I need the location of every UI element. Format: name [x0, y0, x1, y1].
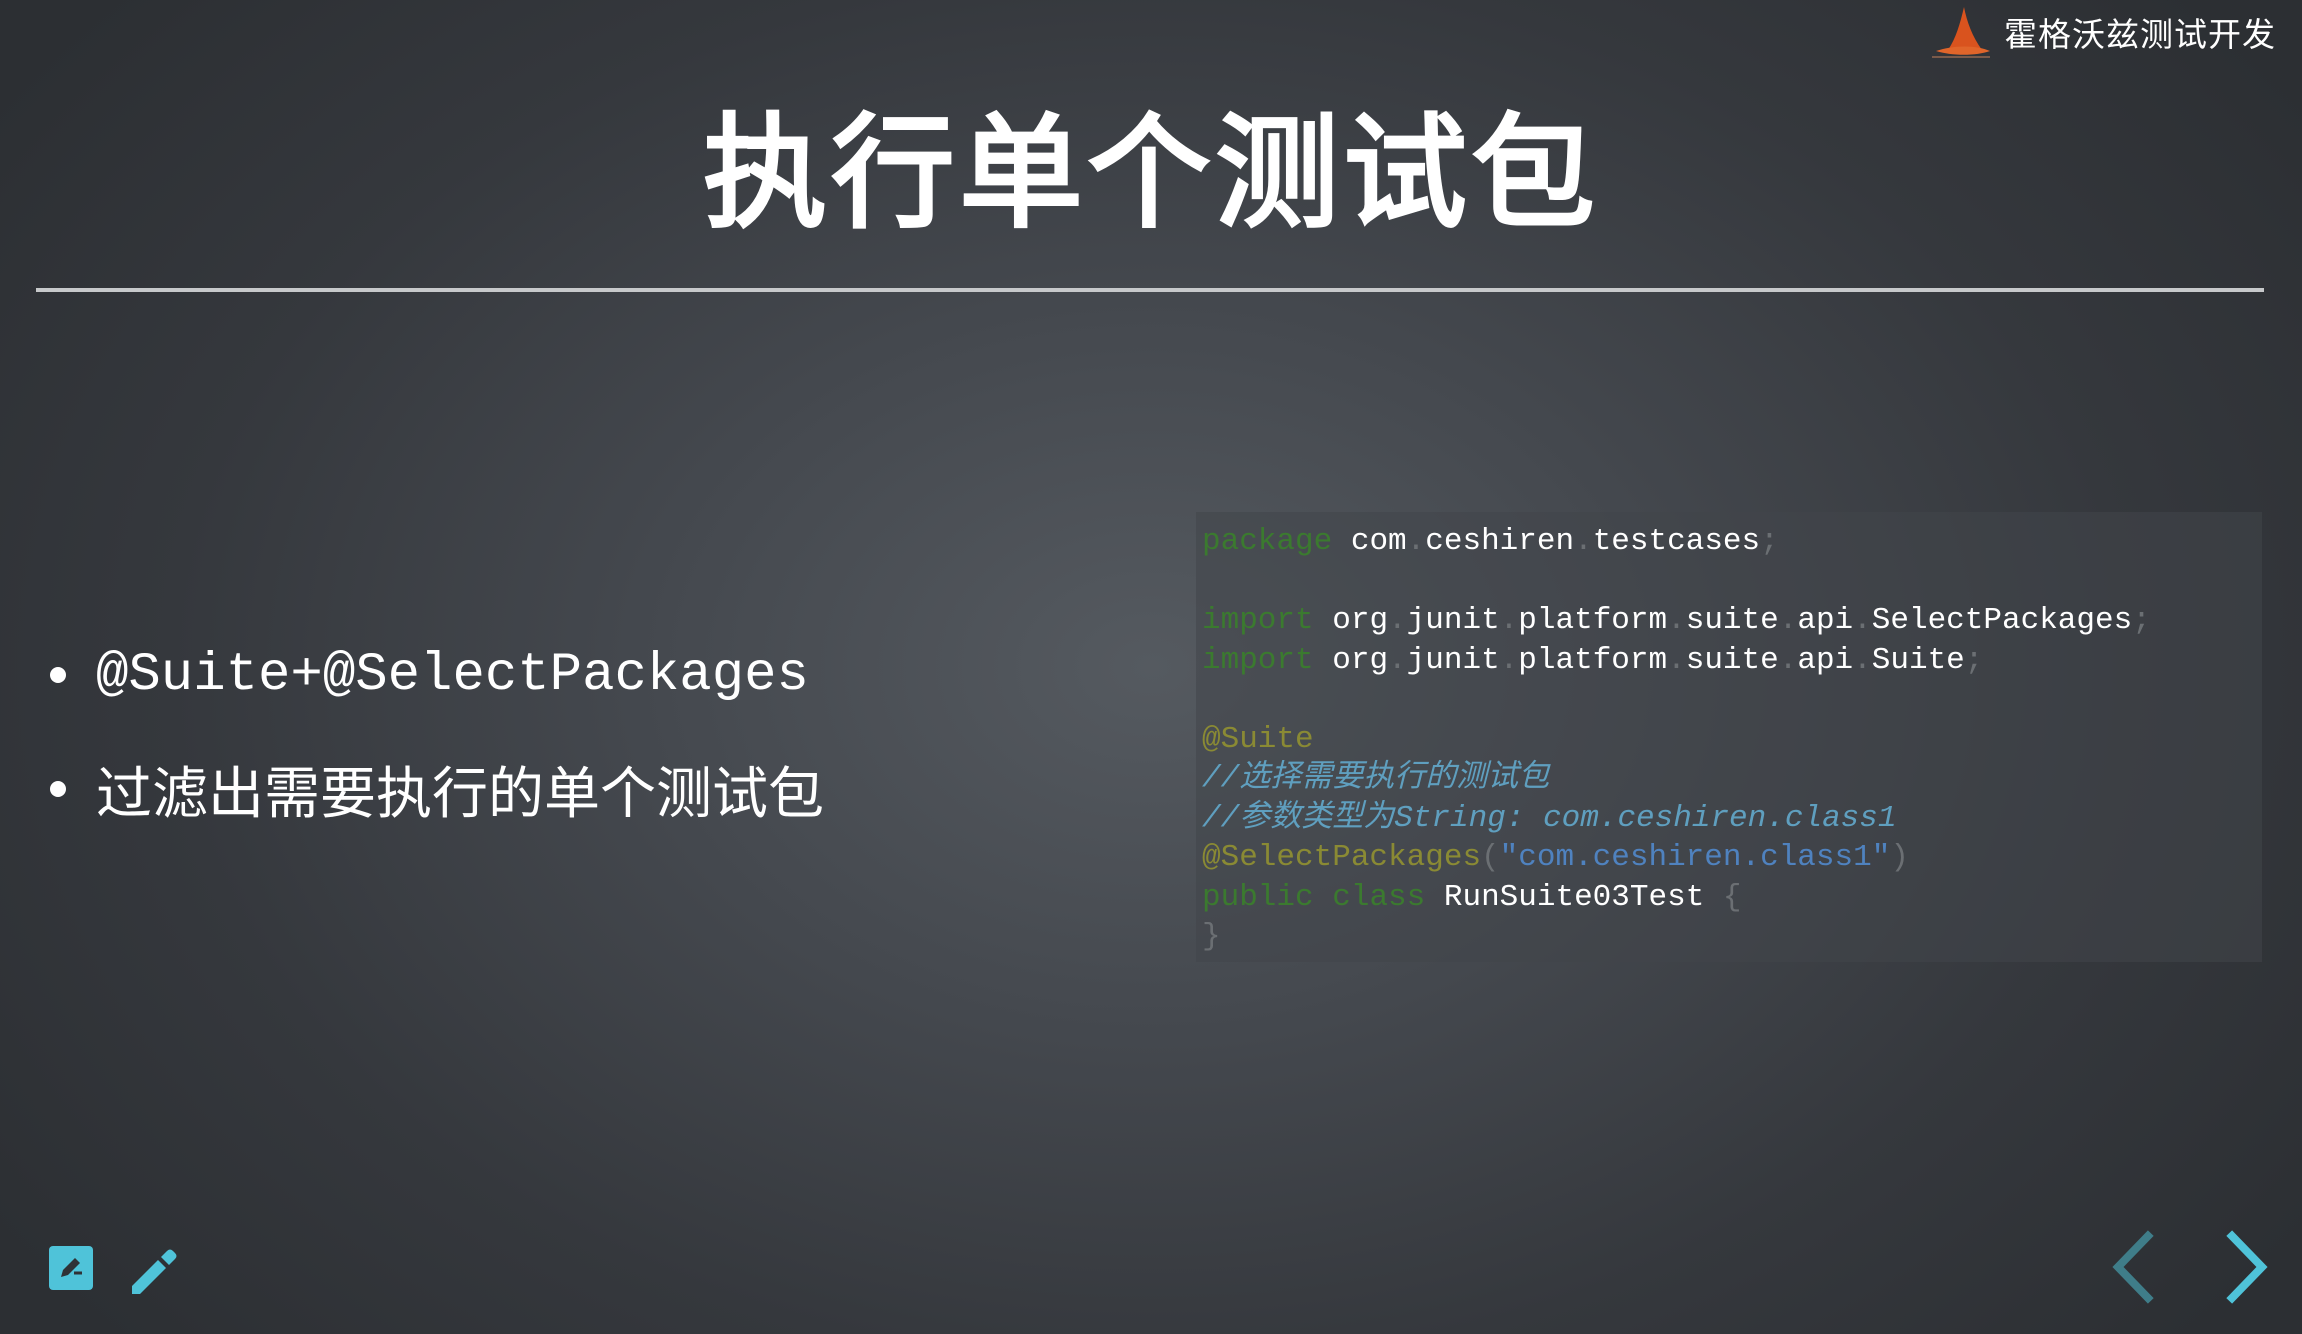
brand: 霍格沃兹测试开发 [1926, 4, 2276, 60]
bullet-list: @Suite+@SelectPackages 过滤出需要执行的单个测试包 [50, 644, 824, 874]
title-divider [36, 288, 2264, 292]
wizard-hat-logo-icon [1932, 7, 1990, 58]
bullet-text-description: 过滤出需要执行的单个测试包 [96, 761, 824, 827]
code-line-class: public class RunSuite03Test { [1202, 879, 1742, 915]
code-block: package com.ceshiren.testcases; import o… [1196, 512, 2262, 962]
edit-square-icon[interactable] [48, 1245, 94, 1291]
brand-name: 霍格沃兹测试开发 [2004, 15, 2276, 54]
code-line-import: import org.junit.platform.suite.api.Suit… [1202, 642, 1984, 678]
slide: 霍格沃兹测试开发 执行单个测试包 @Suite+@SelectPackages … [0, 0, 2302, 1334]
chevron-left-icon[interactable] [2108, 1228, 2160, 1306]
bullet-item: 过滤出需要执行的单个测试包 [50, 760, 824, 827]
code-line-annotation-select: @SelectPackages("com.ceshiren.class1") [1202, 840, 1909, 875]
slide-title: 执行单个测试包 [702, 102, 1599, 246]
pencil-icon[interactable] [128, 1244, 182, 1298]
code-line-close-brace: } [1202, 919, 1221, 954]
bullet-item: @Suite+@SelectPackages [50, 644, 824, 706]
bullet-dot [50, 667, 66, 683]
bullet-dot [50, 781, 66, 797]
code-line-annotation-suite: @Suite [1202, 721, 1314, 757]
bullet-text-annotations: @Suite+@SelectPackages [96, 644, 809, 706]
code-line-comment: //参数类型为String: com.ceshiren.class1 [1202, 800, 1897, 836]
code-line-import: import org.junit.platform.suite.api.Sele… [1202, 603, 2151, 638]
chevron-right-icon[interactable] [2220, 1228, 2272, 1306]
code-line-comment: //选择需要执行的测试包 [1202, 761, 1550, 796]
code-line-package: package com.ceshiren.testcases; [1202, 524, 1779, 559]
